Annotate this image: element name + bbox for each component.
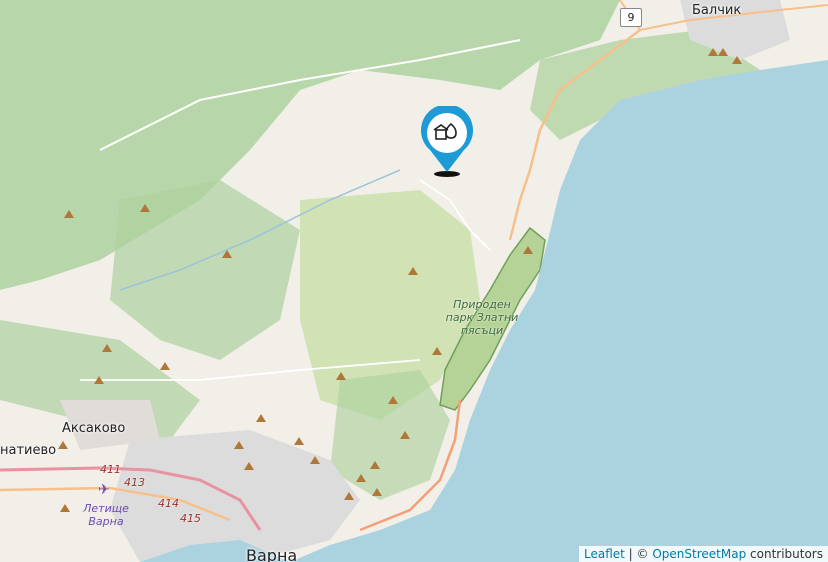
- peak-icon: [523, 246, 533, 254]
- label-nature-park: Природен парк Златни пясъци: [440, 298, 524, 337]
- peak-icon: [140, 204, 150, 212]
- peak-icon: [310, 456, 320, 464]
- peak-icon: [372, 488, 382, 496]
- road-number-411: 411: [100, 463, 121, 476]
- label-airport: Летище Варна: [78, 502, 134, 528]
- label-varna: Варна: [246, 546, 298, 562]
- park-label-line: пясъци: [460, 324, 504, 337]
- map-view[interactable]: 9 Балчик Аксаково натиево Варна 411 413 …: [0, 0, 828, 562]
- peak-icon: [60, 504, 70, 512]
- map-pin-icon: [421, 104, 473, 177]
- peak-icon: [356, 474, 366, 482]
- park-label-line: Природен: [453, 298, 511, 311]
- airport-label-line: Варна: [88, 515, 124, 528]
- label-aksakovo: Аксаково: [62, 421, 126, 436]
- peak-icon: [732, 56, 742, 64]
- location-marker[interactable]: [420, 104, 474, 178]
- osm-link[interactable]: OpenStreetMap: [652, 547, 746, 561]
- peak-icon: [160, 362, 170, 370]
- peak-icon: [244, 462, 254, 470]
- peak-icon: [234, 441, 244, 449]
- attribution-suffix: contributors: [746, 547, 823, 561]
- peak-icon: [718, 48, 728, 56]
- airport-label-line: Летище: [83, 502, 129, 515]
- label-balchik: Балчик: [692, 3, 742, 18]
- peak-icon: [294, 437, 304, 445]
- road-number-413: 413: [124, 476, 145, 489]
- label-ignatievo: натиево: [0, 443, 57, 458]
- peak-icon: [222, 250, 232, 258]
- road-number-414: 414: [158, 497, 179, 510]
- peak-icon: [388, 396, 398, 404]
- leaflet-link[interactable]: Leaflet: [584, 547, 625, 561]
- peak-icon: [256, 414, 266, 422]
- attribution-separator: | ©: [624, 547, 653, 561]
- peak-icon: [336, 372, 346, 380]
- peak-icon: [58, 441, 68, 449]
- road-number-415: 415: [180, 512, 201, 525]
- map-attribution: Leaflet | © OpenStreetMap contributors: [579, 546, 828, 562]
- peak-icon: [408, 267, 418, 275]
- peak-icon: [64, 210, 74, 218]
- peak-icon: [94, 376, 104, 384]
- peak-icon: [370, 461, 380, 469]
- peak-icon: [708, 48, 718, 56]
- peak-icon: [344, 492, 354, 500]
- road-shield-9: 9: [620, 8, 642, 27]
- park-label-line: парк Златни: [445, 311, 519, 324]
- peak-icon: [102, 344, 112, 352]
- peak-icon: [400, 431, 410, 439]
- airport-icon: ✈: [98, 482, 110, 498]
- peak-icon: [432, 347, 442, 355]
